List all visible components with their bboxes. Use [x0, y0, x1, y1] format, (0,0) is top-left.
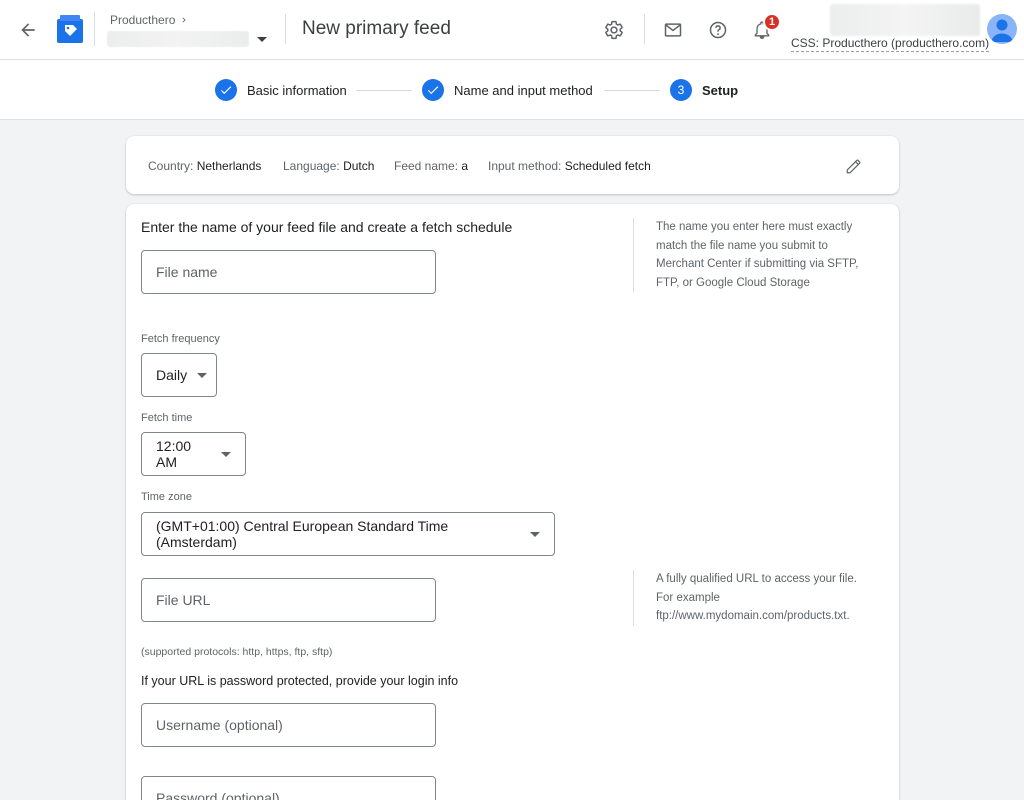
- file-name-input[interactable]: File name: [141, 250, 436, 294]
- mail-icon[interactable]: [659, 16, 687, 44]
- summary-input-method-value: Scheduled fetch: [564, 159, 651, 173]
- account-name[interactable]: Producthero: [110, 13, 189, 27]
- merchant-center-logo-icon: [57, 15, 83, 43]
- file-url-help-text: A fully qualified URL to access your fil…: [633, 570, 863, 626]
- summary-language-value: Dutch: [343, 159, 375, 173]
- edit-pencil-icon[interactable]: [843, 155, 865, 177]
- step-connector: [604, 90, 660, 91]
- check-icon: [215, 79, 237, 101]
- caret-down-icon: [257, 36, 267, 42]
- time-zone-select[interactable]: (GMT+01:00) Central European Standard Ti…: [141, 512, 555, 556]
- step-label: Name and input method: [454, 82, 593, 98]
- time-zone-value: (GMT+01:00) Central European Standard Ti…: [156, 518, 449, 550]
- css-account-link[interactable]: CSS: Producthero (producthero.com): [791, 36, 990, 52]
- header-divider: [94, 12, 95, 46]
- feed-summary-card: Country: Netherlands Language: Dutch Fee…: [126, 136, 899, 194]
- step-basic-information[interactable]: Basic information: [215, 79, 347, 101]
- username-input[interactable]: Username (optional): [141, 703, 436, 747]
- file-url-help-line: For example: [656, 591, 720, 604]
- account-id-redacted: [107, 31, 249, 47]
- time-zone-label: Time zone: [141, 491, 192, 503]
- summary-language-label: Language:: [283, 159, 340, 173]
- step-number: 3: [670, 79, 692, 101]
- summary-country-value: Netherlands: [196, 159, 262, 173]
- supported-protocols-note: (supported protocols: http, https, ftp, …: [141, 646, 333, 658]
- summary-input-method: Input method: Scheduled fetch: [488, 159, 651, 173]
- fetch-frequency-label: Fetch frequency: [141, 333, 220, 345]
- notification-count-badge: 1: [763, 13, 781, 31]
- summary-language: Language: Dutch: [283, 159, 374, 173]
- fetch-time-select[interactable]: 12:00 AM: [141, 432, 246, 476]
- header-divider: [285, 14, 286, 44]
- form-heading: Enter the name of your feed file and cre…: [141, 219, 513, 235]
- step-label: Basic information: [247, 82, 347, 98]
- password-input[interactable]: Password (optional): [141, 776, 436, 800]
- setup-form-card: Enter the name of your feed file and cre…: [126, 204, 899, 800]
- account-selector[interactable]: [107, 30, 269, 48]
- file-url-help-example: ftp://www.mydomain.com/products.txt.: [656, 610, 850, 622]
- dropdown-caret-icon: [197, 372, 208, 378]
- summary-country-label: Country:: [148, 159, 194, 173]
- help-icon[interactable]: [704, 16, 732, 44]
- file-url-help-line: A fully qualified URL to access your fil…: [656, 573, 857, 585]
- login-info-heading: If your URL is password protected, provi…: [141, 674, 459, 688]
- fetch-frequency-select[interactable]: Daily: [141, 353, 217, 397]
- summary-input-method-label: Input method:: [488, 159, 562, 173]
- dropdown-caret-icon: [221, 451, 231, 457]
- chevron-right-icon: [182, 17, 187, 23]
- dropdown-caret-icon: [530, 531, 540, 537]
- step-setup[interactable]: 3 Setup: [670, 79, 738, 101]
- progress-stepper: Basic information Name and input method …: [0, 60, 1024, 120]
- summary-country: Country: Netherlands: [148, 159, 261, 173]
- check-icon: [422, 79, 444, 101]
- step-connector: [356, 90, 412, 91]
- header-divider: [644, 14, 645, 44]
- user-avatar-icon[interactable]: [987, 14, 1017, 44]
- step-name-and-input-method[interactable]: Name and input method: [422, 79, 593, 101]
- step-label: Setup: [702, 82, 739, 98]
- page-title: New primary feed: [302, 18, 451, 39]
- top-app-bar: Producthero New primary feed 1 CSS: Prod…: [0, 0, 1024, 60]
- summary-feed-name: Feed name: a: [394, 159, 468, 173]
- summary-feed-name-value: a: [461, 159, 469, 173]
- fetch-time-label: Fetch time: [141, 412, 193, 424]
- fetch-frequency-value: Daily: [156, 367, 188, 383]
- account-name-label: Producthero: [110, 13, 176, 27]
- settings-gear-icon[interactable]: [600, 16, 628, 44]
- back-arrow-icon[interactable]: [14, 16, 42, 44]
- user-email-redacted: [830, 4, 980, 36]
- summary-feed-name-label: Feed name:: [394, 159, 459, 173]
- file-url-input[interactable]: File URL: [141, 578, 436, 622]
- fetch-time-value: 12:00 AM: [156, 438, 192, 470]
- file-name-help-text: The name you enter here must exactly mat…: [633, 218, 863, 292]
